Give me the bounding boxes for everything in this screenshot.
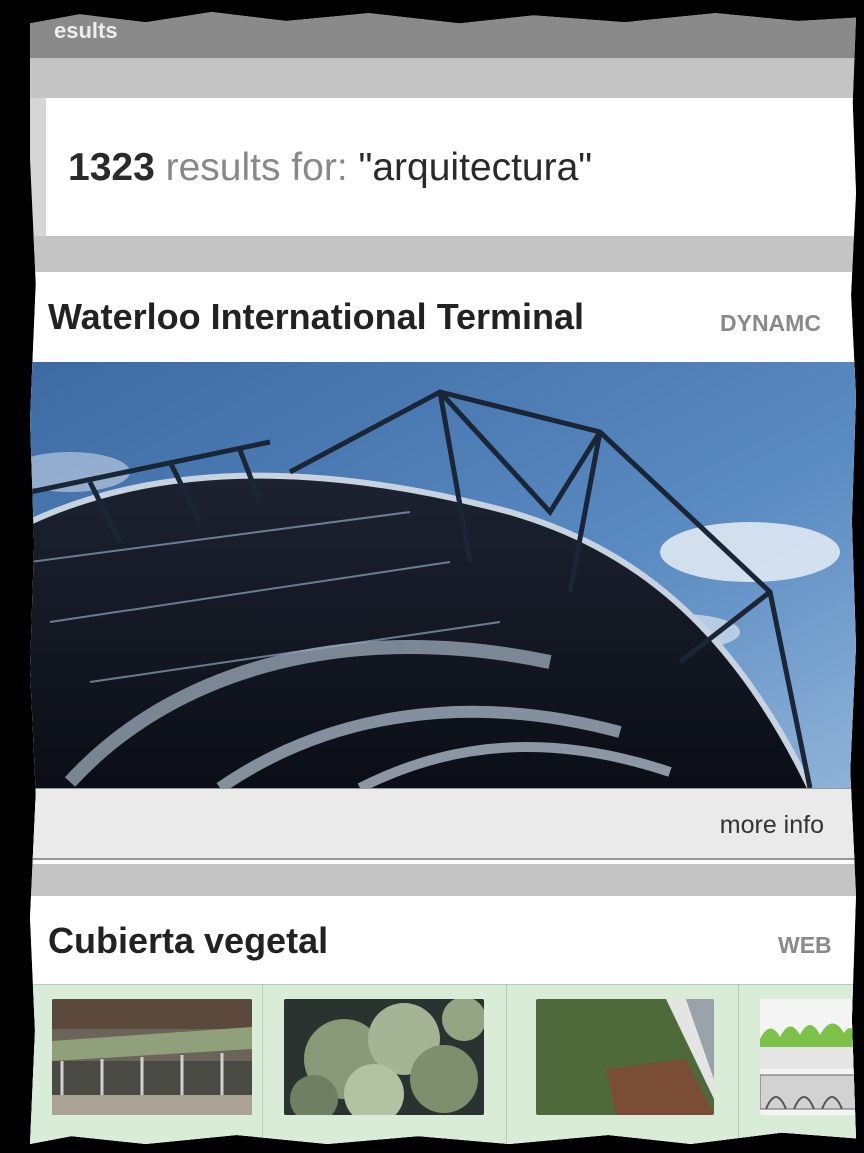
thumbnail-roof-section-diagram[interactable] — [760, 999, 856, 1115]
header-strip: esults — [30, 12, 856, 58]
more-info-bar: more info — [30, 788, 856, 860]
result-card-waterloo[interactable]: Waterloo International Terminal DYNAMC m… — [30, 272, 856, 864]
section-divider-2 — [30, 864, 856, 896]
thumbnail-separator — [738, 985, 739, 1144]
header-strip-label: esults — [54, 18, 118, 43]
results-count: 1323 — [68, 146, 155, 189]
results-summary: 1323 results for: "arquitectura" — [46, 98, 856, 236]
card-title[interactable]: Waterloo International Terminal — [48, 296, 584, 338]
thumbnail-turf-roof[interactable] — [536, 999, 714, 1115]
thumbnail-succulent-plants[interactable] — [284, 999, 484, 1115]
thumbnail-green-roof-building[interactable] — [52, 999, 252, 1115]
results-label: results for: — [154, 146, 359, 189]
section-divider — [30, 236, 856, 272]
card-title[interactable]: Cubierta vegetal — [48, 920, 328, 962]
header-divider — [30, 58, 856, 98]
results-query: "arquitectura" — [358, 146, 593, 189]
thumbnail-separator — [506, 985, 507, 1144]
card-source-tag: DYNAMC — [720, 310, 821, 336]
card-source-tag: WEB — [778, 932, 832, 958]
results-heading: 1323 results for: "arquitectura" — [68, 146, 592, 190]
more-info-link[interactable]: more info — [720, 811, 824, 840]
torn-screenshot-frame: esults 1323 results for: "arquitectura" … — [30, 12, 856, 1144]
result-card-cubierta[interactable]: Cubierta vegetal WEB — [30, 896, 856, 1144]
thumbnail-strip — [30, 984, 856, 1144]
terminal-photo[interactable] — [30, 362, 856, 788]
thumbnail-separator — [262, 985, 263, 1144]
